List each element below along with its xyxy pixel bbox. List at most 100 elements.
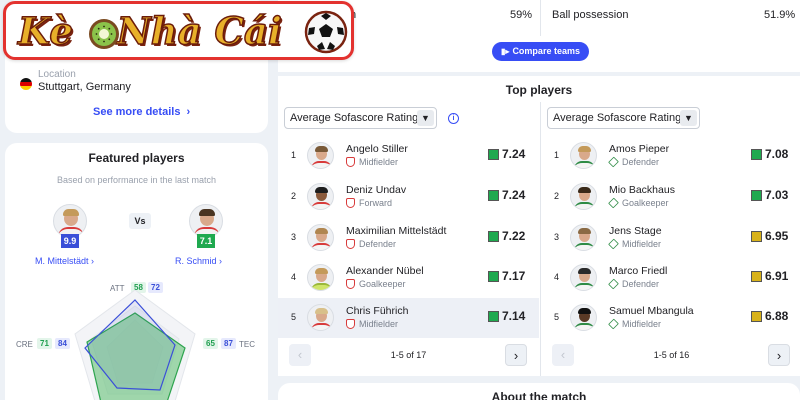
player-row[interactable]: 4 Marco Friedl Defender 6.91	[541, 258, 800, 298]
chevron-right-icon: ›	[91, 256, 95, 266]
featured-players-card: Featured players Based on performance in…	[5, 143, 268, 400]
rating-color-icon	[488, 231, 499, 242]
stat-select-home[interactable]: Average Sofascore Rating ▼	[284, 107, 437, 129]
player-row[interactable]: 1 Amos Pieper Defender 7.08	[541, 136, 800, 176]
pagination: ‹ 1-5 of 16 ›	[541, 344, 800, 368]
player-name: Alexander Nübel	[346, 265, 424, 277]
player-position: Defender	[359, 239, 397, 249]
player-position: Midfielder	[622, 319, 662, 329]
compare-teams-label: Compare teams	[512, 46, 580, 56]
vs-label: Vs	[129, 213, 151, 229]
logo-text: Kè Nhà Cái	[17, 8, 282, 54]
player-position: Defender	[622, 157, 660, 167]
top-players-title: Top players	[505, 83, 573, 97]
player-avatar	[570, 224, 597, 251]
player-position: Midfielder	[359, 157, 399, 167]
player-rank: 2	[554, 191, 560, 201]
location-label: Location	[38, 69, 76, 80]
rating-color-icon	[488, 311, 499, 322]
stat-select-away[interactable]: Average Sofascore Rating ▼	[547, 107, 700, 129]
rating-color-icon	[488, 271, 499, 282]
player-name: Marco Friedl	[609, 265, 668, 277]
player-position: Defender	[622, 279, 660, 289]
player-b-name-link[interactable]: R. Schmid ›	[175, 256, 222, 266]
page-info: 1-5 of 17	[390, 350, 427, 360]
player-row[interactable]: 3 Jens Stage Midfielder 6.95	[541, 218, 800, 258]
player-avatar	[570, 183, 597, 210]
werder-bremen-crest-icon	[608, 278, 619, 290]
player-rank: 5	[291, 312, 297, 322]
vfb-stuttgart-crest-icon	[346, 319, 355, 329]
player-rating: 7.24	[502, 188, 526, 202]
player-row[interactable]: 5 Chris Führich Midfielder 7.14	[278, 298, 539, 338]
soccer-ball-icon	[304, 10, 348, 54]
chevron-right-icon: ›	[219, 256, 223, 266]
compare-icon: ▮▸	[501, 47, 510, 56]
player-name: Mio Backhaus	[609, 184, 675, 196]
radar-label-tec: TEC	[239, 340, 255, 349]
info-icon[interactable]: i	[448, 113, 459, 124]
player-rating: 6.95	[765, 229, 789, 243]
player-a-avatar[interactable]	[53, 204, 87, 238]
vfb-stuttgart-crest-icon	[346, 198, 355, 208]
player-rank: 3	[291, 232, 297, 242]
player-a-rating-badge: 9.9	[61, 234, 79, 248]
player-avatar	[307, 183, 334, 210]
player-avatar	[570, 304, 597, 331]
select-label: Average Sofascore Rating	[553, 112, 682, 124]
rating-color-icon	[751, 190, 762, 201]
rating-color-icon	[488, 149, 499, 160]
player-rank: 1	[291, 150, 297, 160]
player-avatar	[307, 304, 334, 331]
player-rating: 7.08	[765, 147, 789, 161]
player-a-name: M. Mittelstädt	[35, 256, 89, 266]
player-b-name: R. Schmid	[175, 256, 217, 266]
player-rating: 6.91	[765, 269, 789, 283]
about-match-title: About the match	[491, 390, 587, 400]
player-row[interactable]: 5 Samuel Mbangula Midfielder 6.88	[541, 298, 800, 338]
site-logo[interactable]: Kè Nhà Cái	[3, 1, 354, 60]
player-a-name-link[interactable]: M. Mittelstädt ›	[35, 256, 94, 266]
next-page-button[interactable]: ›	[505, 344, 527, 366]
werder-bremen-crest-icon	[608, 318, 619, 330]
see-more-details-link[interactable]: See more details ›	[93, 106, 190, 118]
rating-color-icon	[751, 271, 762, 282]
select-label: Average Sofascore Rating	[290, 112, 419, 124]
see-more-label: See more details	[93, 106, 181, 118]
player-row[interactable]: 4 Alexander Nübel Goalkeeper 7.17	[278, 258, 539, 298]
kiwi-icon	[89, 19, 119, 49]
player-name: Jens Stage	[609, 225, 662, 237]
player-b-avatar[interactable]	[189, 204, 223, 238]
player-rank: 4	[554, 272, 560, 282]
player-rating: 6.88	[765, 309, 789, 323]
werder-bremen-crest-icon	[608, 238, 619, 250]
chevron-right-icon: ›	[186, 106, 191, 118]
werder-bremen-crest-icon	[608, 156, 619, 168]
player-rating: 7.14	[502, 309, 526, 323]
ball-possession-label: Ball possession	[552, 9, 629, 21]
player-rank: 2	[291, 191, 297, 201]
next-page-button[interactable]: ›	[768, 344, 790, 366]
player-row[interactable]: 3 Maximilian Mittelstädt Defender 7.22	[278, 218, 539, 258]
vfb-stuttgart-crest-icon	[346, 157, 355, 167]
rating-color-icon	[751, 231, 762, 242]
player-rank: 5	[554, 312, 560, 322]
player-avatar	[307, 264, 334, 291]
compare-teams-button[interactable]: ▮▸ Compare teams	[492, 42, 589, 61]
radar-tec-value-b: 87	[221, 338, 236, 349]
player-row[interactable]: 2 Deniz Undav Forward 7.24	[278, 177, 539, 217]
page-info: 1-5 of 16	[653, 350, 690, 360]
rating-color-icon	[751, 149, 762, 160]
player-position: Forward	[359, 198, 393, 208]
player-name: Amos Pieper	[609, 143, 670, 155]
away-top-players: Average Sofascore Rating ▼ 1 Amos Pieper…	[541, 102, 800, 376]
player-row[interactable]: 2 Mio Backhaus Goalkeeper 7.03	[541, 177, 800, 217]
player-row[interactable]: 1 Angelo Stiller Midfielder 7.24	[278, 136, 539, 176]
home-top-players: Average Sofascore Rating ▼ i 1 Angelo St…	[278, 102, 539, 376]
player-rating: 7.03	[765, 188, 789, 202]
player-position: Goalkeeper	[359, 279, 406, 289]
player-rating: 7.22	[502, 229, 526, 243]
radar-cre-value-a: 71	[37, 338, 52, 349]
radar-label-cre: CRE	[16, 340, 33, 349]
vfb-stuttgart-crest-icon	[346, 239, 355, 249]
